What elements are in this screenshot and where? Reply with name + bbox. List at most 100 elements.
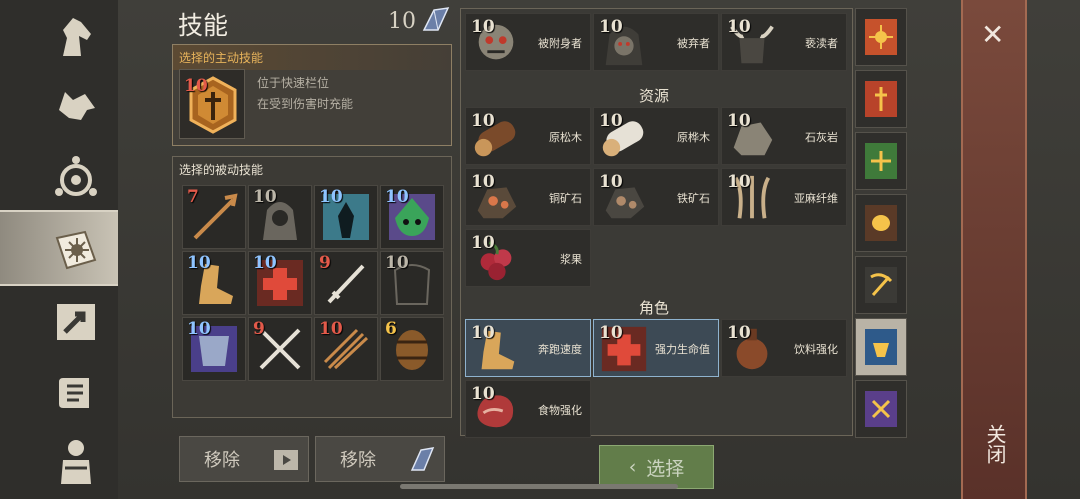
active-skill-slot[interactable]: 10 <box>179 69 245 139</box>
skill-name: 奔跑速度 <box>538 343 582 356</box>
skill-list-item[interactable]: 10 饮料强化 <box>721 319 847 377</box>
skill-level: 10 <box>599 17 623 37</box>
category-tab-green[interactable] <box>855 132 907 190</box>
close-icon[interactable]: ✕ <box>981 18 1004 51</box>
pickaxe-book-icon <box>865 267 897 303</box>
passive-skill-slot[interactable]: 10 <box>314 317 378 381</box>
nav-map-icon[interactable] <box>45 290 107 352</box>
remove-video-button[interactable]: 移除 <box>179 436 309 482</box>
skill-name: 被弃者 <box>677 37 710 50</box>
video-icon <box>274 450 298 470</box>
skill-level: 10 <box>471 323 495 343</box>
nav-character-icon[interactable] <box>45 430 107 492</box>
skill-level: 9 <box>319 253 331 273</box>
skill-list: 资源 角色 10 被附身者 10 被弃者 10 亵渎者 10 原松木 10 原桦木 10 石灰岩 10 铜… <box>460 8 853 438</box>
skill-name: 饮料强化 <box>794 343 838 356</box>
passive-skill-slot[interactable]: 9 <box>248 317 312 381</box>
skill-level: 10 <box>727 323 751 343</box>
skill-list-item[interactable]: 10 食物强化 <box>465 380 591 438</box>
skill-list-item[interactable]: 10 原松木 <box>465 107 591 165</box>
passive-skill-slot[interactable]: 10 <box>248 185 312 249</box>
select-button[interactable]: ‹ 选择 <box>599 445 714 489</box>
skill-level: 10 <box>727 172 751 192</box>
category-tab-dagger[interactable] <box>855 70 907 128</box>
skill-list-item[interactable]: 10 被附身者 <box>465 13 591 71</box>
mask-book-icon <box>865 205 897 241</box>
passive-skill-slot[interactable]: 10 <box>380 251 444 315</box>
scrollbar[interactable] <box>400 484 678 489</box>
passive-skills-grid: 7 10 10 10 10 10 9 10 10 9 10 6 <box>182 185 444 381</box>
nav-compass-icon[interactable] <box>45 146 107 208</box>
skill-list-item[interactable]: 10 亵渎者 <box>721 13 847 71</box>
skill-list-item[interactable]: 10 强力生命值 <box>593 319 719 377</box>
page-title: 技能 <box>178 11 229 40</box>
nav-horse-icon[interactable] <box>45 6 107 68</box>
skill-level: 10 <box>599 172 623 192</box>
skill-list-item[interactable]: 10 亚麻纤维 <box>721 168 847 226</box>
skill-name: 铜矿石 <box>549 192 582 205</box>
skill-level: 10 <box>471 233 495 253</box>
skill-level: 10 <box>385 253 409 273</box>
passive-skill-slot[interactable]: 7 <box>182 185 246 249</box>
remove-gem-label: 移除 <box>340 450 376 471</box>
passive-skill-slot[interactable]: 10 <box>314 185 378 249</box>
passive-skill-slot[interactable]: 10 <box>248 251 312 315</box>
skill-level: 10 <box>319 319 343 339</box>
section-resources: 资源 <box>639 87 670 105</box>
passive-skill-slot[interactable]: 9 <box>314 251 378 315</box>
active-skill-panel: 选择的主动技能 10 位于快速栏位 在受到伤害时充能 <box>172 44 452 146</box>
skill-name: 原桦木 <box>677 131 710 144</box>
skill-points: 10 <box>388 9 416 34</box>
active-skill-desc-2: 在受到伤害时充能 <box>257 97 354 111</box>
skill-level: 10 <box>187 319 211 339</box>
skill-level: 10 <box>471 172 495 192</box>
close-label: 关闭 <box>983 424 1007 464</box>
skill-level: 10 <box>727 17 751 37</box>
nav-wolf-icon[interactable] <box>45 74 107 136</box>
skill-list-item[interactable]: 10 铁矿石 <box>593 168 719 226</box>
section-character: 角色 <box>639 299 670 317</box>
sun-book-icon <box>865 19 897 55</box>
skill-name: 被附身者 <box>538 37 582 50</box>
skill-level: 9 <box>253 319 265 339</box>
category-tab-sun[interactable] <box>855 8 907 66</box>
skill-level: 10 <box>253 187 277 207</box>
skill-level: 10 <box>253 253 277 273</box>
remove-video-label: 移除 <box>204 450 240 471</box>
skills-screen: 技能 10 选择的主动技能 10 位于快速栏位 在受到伤害时充能 选择的被动技能… <box>0 0 1080 499</box>
passive-skill-slot[interactable]: 10 <box>380 185 444 249</box>
skill-list-item[interactable]: 10 原桦木 <box>593 107 719 165</box>
skill-level: 10 <box>727 111 751 131</box>
arrows-book-icon <box>865 391 897 427</box>
nav-scroll-icon[interactable] <box>45 362 107 424</box>
dagger-book-icon <box>865 81 897 117</box>
skill-name: 食物强化 <box>538 404 582 417</box>
skill-list-item[interactable]: 10 石灰岩 <box>721 107 847 165</box>
remove-gem-button[interactable]: 移除 <box>315 436 445 482</box>
passive-skills-panel: 选择的被动技能 7 10 10 10 10 10 9 10 10 9 10 6 <box>172 156 452 418</box>
passive-skill-slot[interactable]: 10 <box>182 251 246 315</box>
category-tab-pickaxe[interactable] <box>855 256 907 314</box>
skill-name: 亚麻纤维 <box>794 192 838 205</box>
skill-level: 10 <box>599 323 623 343</box>
skill-list-item[interactable]: 10 被弃者 <box>593 13 719 71</box>
skill-name: 强力生命值 <box>655 343 710 356</box>
category-tab-mask[interactable] <box>855 194 907 252</box>
nav-skills-book-icon[interactable] <box>45 218 107 280</box>
skill-level: 10 <box>187 253 211 273</box>
passive-skill-slot[interactable]: 6 <box>380 317 444 381</box>
category-tab-purple[interactable] <box>855 380 907 438</box>
gem-icon <box>410 447 435 471</box>
category-tab-character[interactable] <box>855 318 907 376</box>
skill-list-item[interactable]: 10 浆果 <box>465 229 591 287</box>
skill-list-item[interactable]: 10 奔跑速度 <box>465 319 591 377</box>
select-label: 选择 <box>646 457 685 480</box>
close-panel[interactable]: ✕ 关闭 <box>961 0 1027 499</box>
passive-skill-slot[interactable]: 10 <box>182 317 246 381</box>
skill-level: 10 <box>599 111 623 131</box>
active-skill-level: 10 <box>184 76 208 96</box>
skill-level: 10 <box>471 111 495 131</box>
skill-list-item[interactable]: 10 铜矿石 <box>465 168 591 226</box>
skill-name: 亵渎者 <box>805 37 838 50</box>
skill-name: 石灰岩 <box>805 131 838 144</box>
